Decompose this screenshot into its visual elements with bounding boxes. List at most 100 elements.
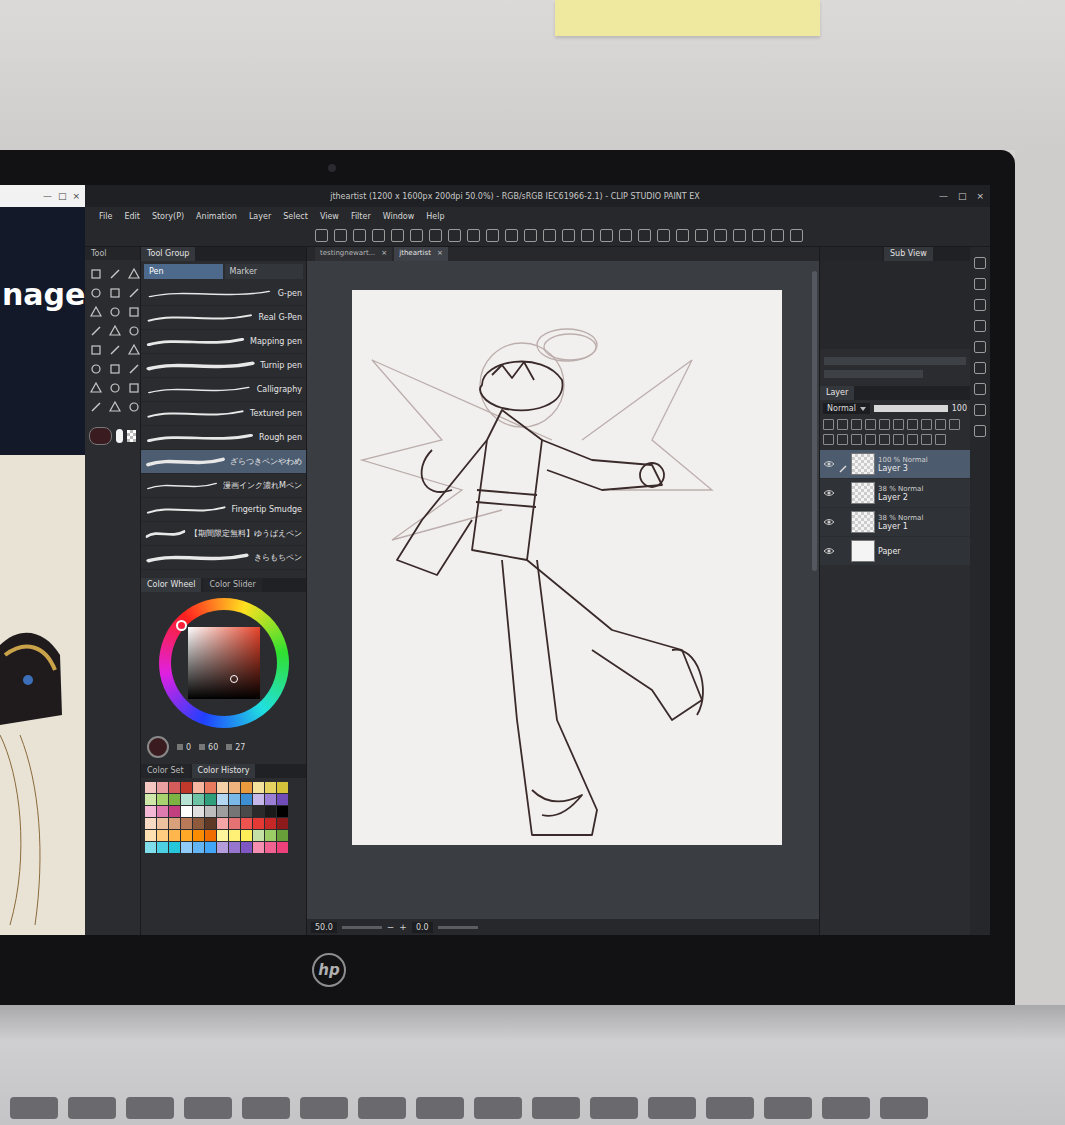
layer-tool-icon[interactable] xyxy=(823,434,834,445)
blend-mode-dropdown[interactable]: Normal xyxy=(823,403,870,414)
color-swatch[interactable] xyxy=(157,794,168,805)
color-swatch[interactable] xyxy=(277,794,288,805)
keyboard-key[interactable] xyxy=(822,1097,870,1119)
eye-icon[interactable] xyxy=(823,459,835,469)
tool-button[interactable] xyxy=(126,304,142,320)
keyboard-key[interactable] xyxy=(474,1097,522,1119)
brush-item[interactable]: Rough pen xyxy=(141,426,306,450)
command-icon[interactable] xyxy=(752,229,765,242)
color-swatch[interactable] xyxy=(181,830,192,841)
color-swatch[interactable] xyxy=(229,782,240,793)
color-swatch[interactable] xyxy=(217,842,228,853)
command-icon[interactable] xyxy=(315,229,328,242)
keyboard-key[interactable] xyxy=(68,1097,116,1119)
menu-item[interactable]: Select xyxy=(283,212,308,221)
color-swatch[interactable] xyxy=(181,842,192,853)
color-swatch[interactable] xyxy=(253,782,264,793)
color-swatch[interactable] xyxy=(157,806,168,817)
tool-button[interactable] xyxy=(107,266,123,282)
menu-item[interactable]: Animation xyxy=(196,212,237,221)
color-swatch[interactable] xyxy=(193,794,204,805)
color-swatch[interactable] xyxy=(169,830,180,841)
vertical-scrollbar[interactable] xyxy=(812,271,817,571)
color-swatch[interactable] xyxy=(205,782,216,793)
layer-tool-icon[interactable] xyxy=(935,434,946,445)
color-swatch[interactable] xyxy=(205,830,216,841)
color-swatch[interactable] xyxy=(217,806,228,817)
zoom-button[interactable]: + xyxy=(399,922,407,932)
color-swatch[interactable] xyxy=(169,842,180,853)
brush-item[interactable]: Mapping pen xyxy=(141,330,306,354)
tool-button[interactable] xyxy=(88,285,104,301)
color-swatch[interactable] xyxy=(277,818,288,829)
layer-tool-icon[interactable] xyxy=(907,419,918,430)
panel-tab[interactable]: Layer xyxy=(820,386,854,400)
color-swatch[interactable] xyxy=(229,818,240,829)
layer-tool-icon[interactable] xyxy=(837,434,848,445)
command-icon[interactable] xyxy=(334,229,347,242)
command-icon[interactable] xyxy=(372,229,385,242)
tool-button[interactable] xyxy=(88,361,104,377)
color-swatch[interactable] xyxy=(169,818,180,829)
tool-group-tab[interactable]: Pen xyxy=(144,264,223,279)
layer-tool-icon[interactable] xyxy=(865,434,876,445)
color-swatch[interactable] xyxy=(157,842,168,853)
brush-item[interactable]: G-pen xyxy=(141,282,306,306)
layer-tool-icon[interactable] xyxy=(893,434,904,445)
command-icon[interactable] xyxy=(714,229,727,242)
panel-icon[interactable] xyxy=(974,362,986,374)
command-icon[interactable] xyxy=(638,229,651,242)
tool-group-tab[interactable]: Marker xyxy=(225,264,304,279)
canvas-tab[interactable]: jtheartist× xyxy=(394,247,448,261)
brush-item[interactable]: ざらつきペンやわめ xyxy=(141,450,306,474)
color-swatch[interactable] xyxy=(181,794,192,805)
panel-icon[interactable] xyxy=(974,425,986,437)
color-swatch[interactable] xyxy=(169,782,180,793)
zoom-field[interactable]: 50.0 xyxy=(311,922,337,933)
tool-button[interactable] xyxy=(107,361,123,377)
keyboard-key[interactable] xyxy=(416,1097,464,1119)
keyboard-key[interactable] xyxy=(126,1097,174,1119)
command-icon[interactable] xyxy=(467,229,480,242)
panel-tab[interactable]: Tool Group xyxy=(141,247,195,261)
command-icon[interactable] xyxy=(486,229,499,242)
tool-button[interactable] xyxy=(126,285,142,301)
panel-icon[interactable] xyxy=(974,320,986,332)
saturation-value-square[interactable] xyxy=(188,627,260,699)
color-swatch[interactable] xyxy=(145,794,156,805)
canvas-paper[interactable] xyxy=(352,290,782,845)
color-swatch[interactable] xyxy=(277,782,288,793)
color-swatch[interactable] xyxy=(205,842,216,853)
panel-tab[interactable]: Tool xyxy=(85,247,140,260)
tool-button[interactable] xyxy=(88,399,104,415)
color-swatch[interactable] xyxy=(265,806,276,817)
command-icon[interactable] xyxy=(562,229,575,242)
canvas-area[interactable] xyxy=(307,261,819,919)
brush-item[interactable]: Turnip pen xyxy=(141,354,306,378)
brush-item[interactable]: Fingertip Smudge xyxy=(141,498,306,522)
keyboard-key[interactable] xyxy=(590,1097,638,1119)
color-swatch[interactable] xyxy=(205,818,216,829)
layer-tool-icon[interactable] xyxy=(921,419,932,430)
menu-item[interactable]: Edit xyxy=(124,212,140,221)
panel-icon[interactable] xyxy=(974,341,986,353)
color-swatch[interactable] xyxy=(157,782,168,793)
window-control[interactable]: — xyxy=(939,191,948,201)
color-swatch[interactable] xyxy=(145,806,156,817)
brush-item[interactable]: 【期間限定無料】ゆうばえペン xyxy=(141,522,306,546)
command-icon[interactable] xyxy=(676,229,689,242)
color-swatch[interactable] xyxy=(193,842,204,853)
command-icon[interactable] xyxy=(619,229,632,242)
color-swatch[interactable] xyxy=(193,830,204,841)
color-swatch[interactable] xyxy=(193,806,204,817)
color-swatch[interactable] xyxy=(241,794,252,805)
panel-tab[interactable] xyxy=(820,247,882,261)
window-control[interactable]: □ xyxy=(958,191,967,201)
keyboard-key[interactable] xyxy=(648,1097,696,1119)
panel-icon[interactable] xyxy=(974,278,986,290)
color-swatch[interactable] xyxy=(241,818,252,829)
layer-row[interactable]: 38 % NormalLayer 2 xyxy=(820,479,970,507)
brush-item[interactable]: Textured pen xyxy=(141,402,306,426)
color-swatch[interactable] xyxy=(157,830,168,841)
command-icon[interactable] xyxy=(391,229,404,242)
